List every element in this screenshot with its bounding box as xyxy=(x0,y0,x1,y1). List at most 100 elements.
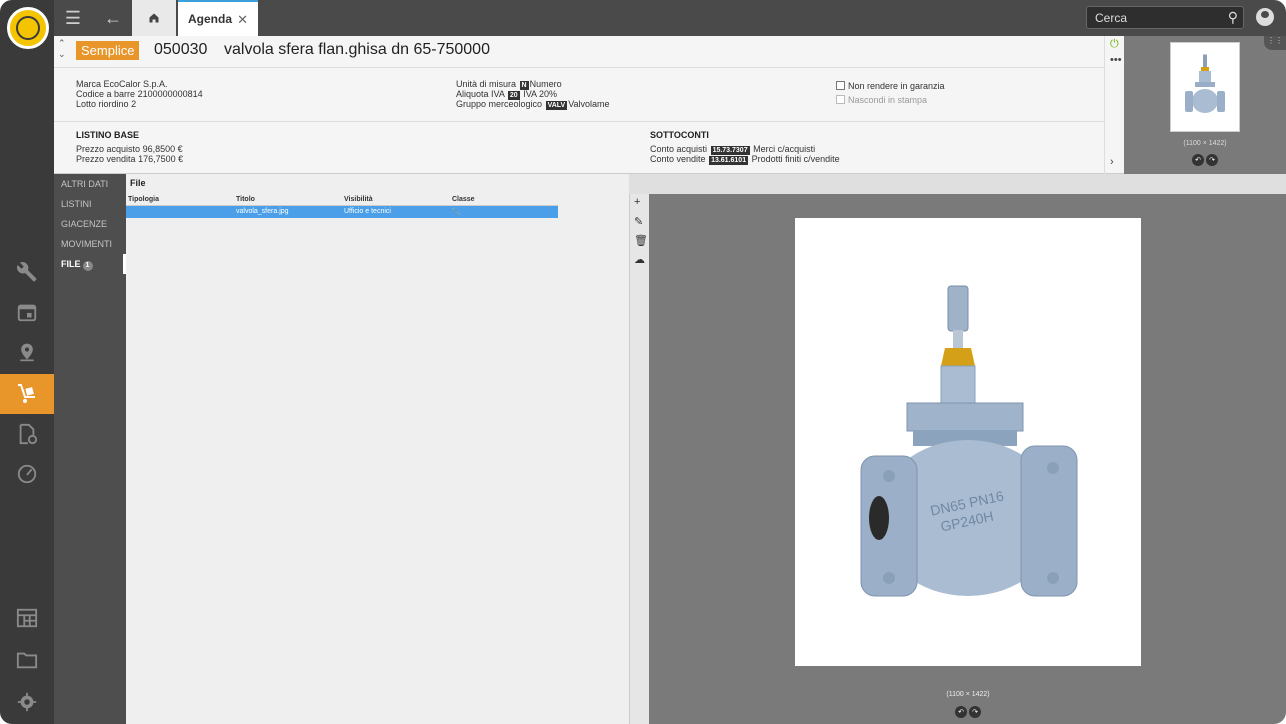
column-tipologia[interactable]: Tipologia xyxy=(128,196,159,203)
rotate-left-icon[interactable]: ↶ xyxy=(1192,154,1204,166)
search-icon[interactable]: ⚲ xyxy=(1228,9,1238,26)
unit-value: Numero xyxy=(529,79,562,89)
power-icon[interactable]: ⏻ xyxy=(1110,38,1119,51)
tab-giacenze[interactable]: GIACENZE xyxy=(54,214,126,234)
tab-file[interactable]: FILE 1 xyxy=(54,254,126,274)
drag-handle-icon[interactable]: ⋮⋮ xyxy=(1264,36,1286,50)
attachment-icon: 📎 xyxy=(452,209,461,216)
no-warranty-checkbox[interactable]: Non rendere in garanzia xyxy=(836,81,945,91)
valve-image-icon: DN65 PN16 GP240H xyxy=(860,285,1078,597)
sales-account-chip: 13.61.6101 xyxy=(709,156,749,165)
rotate-left-icon[interactable]: ↶ xyxy=(955,706,967,718)
barcode-label: Codice a barre xyxy=(76,89,136,99)
group-label: Gruppo merceologico xyxy=(456,99,543,109)
hide-print-checkbox[interactable]: Nascondi in stampa xyxy=(836,95,927,105)
search-placeholder: Cerca xyxy=(1095,11,1128,25)
lotto-label: Lotto riordino xyxy=(76,99,129,109)
sell-price: Prezzo vendita 176,7500 € xyxy=(76,154,183,164)
barcode-value: 2100000000814 xyxy=(137,89,203,99)
add-icon[interactable]: + xyxy=(634,196,640,208)
rotate-right-icon[interactable]: ↷ xyxy=(969,706,981,718)
folder-icon[interactable] xyxy=(0,640,54,680)
group-value: Valvolame xyxy=(568,99,610,109)
item-lotto: Lotto riordino 2 xyxy=(76,99,136,109)
preview-dimensions: (1100 × 1422) xyxy=(946,691,990,698)
tab-file-label: FILE xyxy=(61,259,81,269)
app-logo[interactable] xyxy=(7,7,49,49)
rotate-right-icon[interactable]: ↷ xyxy=(1206,154,1218,166)
no-warranty-label: Non rendere in garanzia xyxy=(848,81,945,91)
location-pin-icon[interactable] xyxy=(0,332,54,372)
item-code: 050030 xyxy=(154,41,208,58)
more-icon[interactable]: ••• xyxy=(1110,54,1122,66)
user-avatar-icon[interactable] xyxy=(1256,8,1274,26)
sales-account-value: Prodotti finiti c/vendite xyxy=(751,154,840,164)
buy-price-value: 96,8500 € xyxy=(142,144,183,154)
item-barcode: Codice a barre 2100000000814 xyxy=(76,89,203,99)
file-count-badge: 1 xyxy=(82,261,93,271)
chevron-right-icon[interactable]: › xyxy=(1110,156,1114,168)
back-arrow-icon[interactable]: ← xyxy=(94,0,132,36)
calendar-icon[interactable] xyxy=(0,292,54,332)
thumbnail-image[interactable] xyxy=(1170,42,1240,132)
lotto-value: 2 xyxy=(131,99,137,109)
file-list-pane: File Tipologia Titolo Visibilità Classe … xyxy=(126,174,629,724)
preview-image[interactable]: DN65 PN16 GP240H xyxy=(795,218,1141,666)
column-visibilita[interactable]: Visibilità xyxy=(344,196,373,203)
sales-account-label: Conto vendite xyxy=(650,154,706,164)
edit-icon[interactable]: ✎ xyxy=(634,215,643,228)
search-input[interactable]: Cerca ⚲ xyxy=(1086,6,1244,29)
cloud-download-icon[interactable]: ☁ xyxy=(634,253,645,266)
cell-titolo: valvola_sfera.jpg xyxy=(236,208,289,215)
menu-icon[interactable]: ☰ xyxy=(54,0,92,36)
item-type-badge: Semplice xyxy=(76,41,140,60)
file-table-header: Tipologia Titolo Visibilità Classe xyxy=(126,194,558,206)
header-actions: ⏻ ••• › xyxy=(1104,36,1124,174)
valve-image-icon xyxy=(1185,54,1225,113)
sales-account: Conto vendite 13.61.6101 Prodotti finiti… xyxy=(650,154,840,165)
dashboard-icon[interactable] xyxy=(0,598,54,638)
image-preview-pane: DN65 PN16 GP240H (1100 × 1422) ↶ ↷ xyxy=(649,194,1286,724)
buy-price-label: Prezzo acquisto xyxy=(76,144,141,154)
item-group: Gruppo merceologico VALV Valvolame xyxy=(456,99,610,110)
home-tab[interactable] xyxy=(132,0,176,36)
cell-visibilita: Ufficio e tecnici xyxy=(344,208,391,215)
sell-price-label: Prezzo vendita xyxy=(76,154,136,164)
gear-icon[interactable] xyxy=(0,682,54,722)
item-brand: Marca EcoCalor S.p.A. xyxy=(76,79,168,89)
delete-icon[interactable]: 🗑 xyxy=(634,234,648,247)
wrench-icon[interactable] xyxy=(0,252,54,292)
home-icon xyxy=(149,13,159,23)
hand-truck-icon[interactable] xyxy=(0,374,54,414)
detail-tabs: ALTRI DATI LISTINI GIACENZE MOVIMENTI FI… xyxy=(54,174,126,724)
tab-agenda-label: Agenda xyxy=(188,12,233,26)
tab-movimenti[interactable]: MOVIMENTI xyxy=(54,234,126,254)
checkbox-icon[interactable] xyxy=(836,81,845,90)
purchase-account-value: Merci c/acquisti xyxy=(753,144,816,154)
document-settings-icon[interactable] xyxy=(0,414,54,454)
sidebar xyxy=(0,0,54,724)
top-bar: ☰ ← Agenda ✕ Cerca ⚲ xyxy=(54,0,1286,36)
iva-label: Aliquota IVA xyxy=(456,89,505,99)
column-classe[interactable]: Classe xyxy=(452,196,475,203)
tab-listini[interactable]: LISTINI xyxy=(54,194,126,214)
file-pane-title: File xyxy=(130,178,146,188)
tab-altri-dati[interactable]: ALTRI DATI xyxy=(54,174,126,194)
hide-print-label: Nascondi in stampa xyxy=(848,95,928,105)
purchase-account-label: Conto acquisti xyxy=(650,144,708,154)
thumbnail-dimensions: (1100 × 1422) xyxy=(1183,140,1227,147)
listino-title: LISTINO BASE xyxy=(76,130,140,140)
table-row[interactable]: valvola_sfera.jpg Ufficio e tecnici 📎 xyxy=(126,206,558,218)
iva-value: IVA 20% xyxy=(523,89,558,99)
column-titolo[interactable]: Titolo xyxy=(236,196,255,203)
file-actions: + ✎ 🗑 ☁ xyxy=(629,194,649,724)
checkbox-icon[interactable] xyxy=(836,95,845,104)
expand-collapse-icon[interactable]: ⌃ ⌄ xyxy=(58,38,66,60)
close-icon[interactable]: ✕ xyxy=(237,12,248,28)
app-window: ☰ ← Agenda ✕ Cerca ⚲ ⌃ ⌄ Semplice 050030 … xyxy=(0,0,1286,724)
tab-agenda[interactable]: Agenda ✕ xyxy=(178,0,258,36)
speedometer-icon[interactable] xyxy=(0,454,54,494)
group-chip: VALV xyxy=(545,101,568,110)
sell-price-value: 176,7500 € xyxy=(138,154,184,164)
thumbnail-pane: ⋮⋮ (1100 × 1422) ↶ ↷ xyxy=(1124,36,1286,174)
